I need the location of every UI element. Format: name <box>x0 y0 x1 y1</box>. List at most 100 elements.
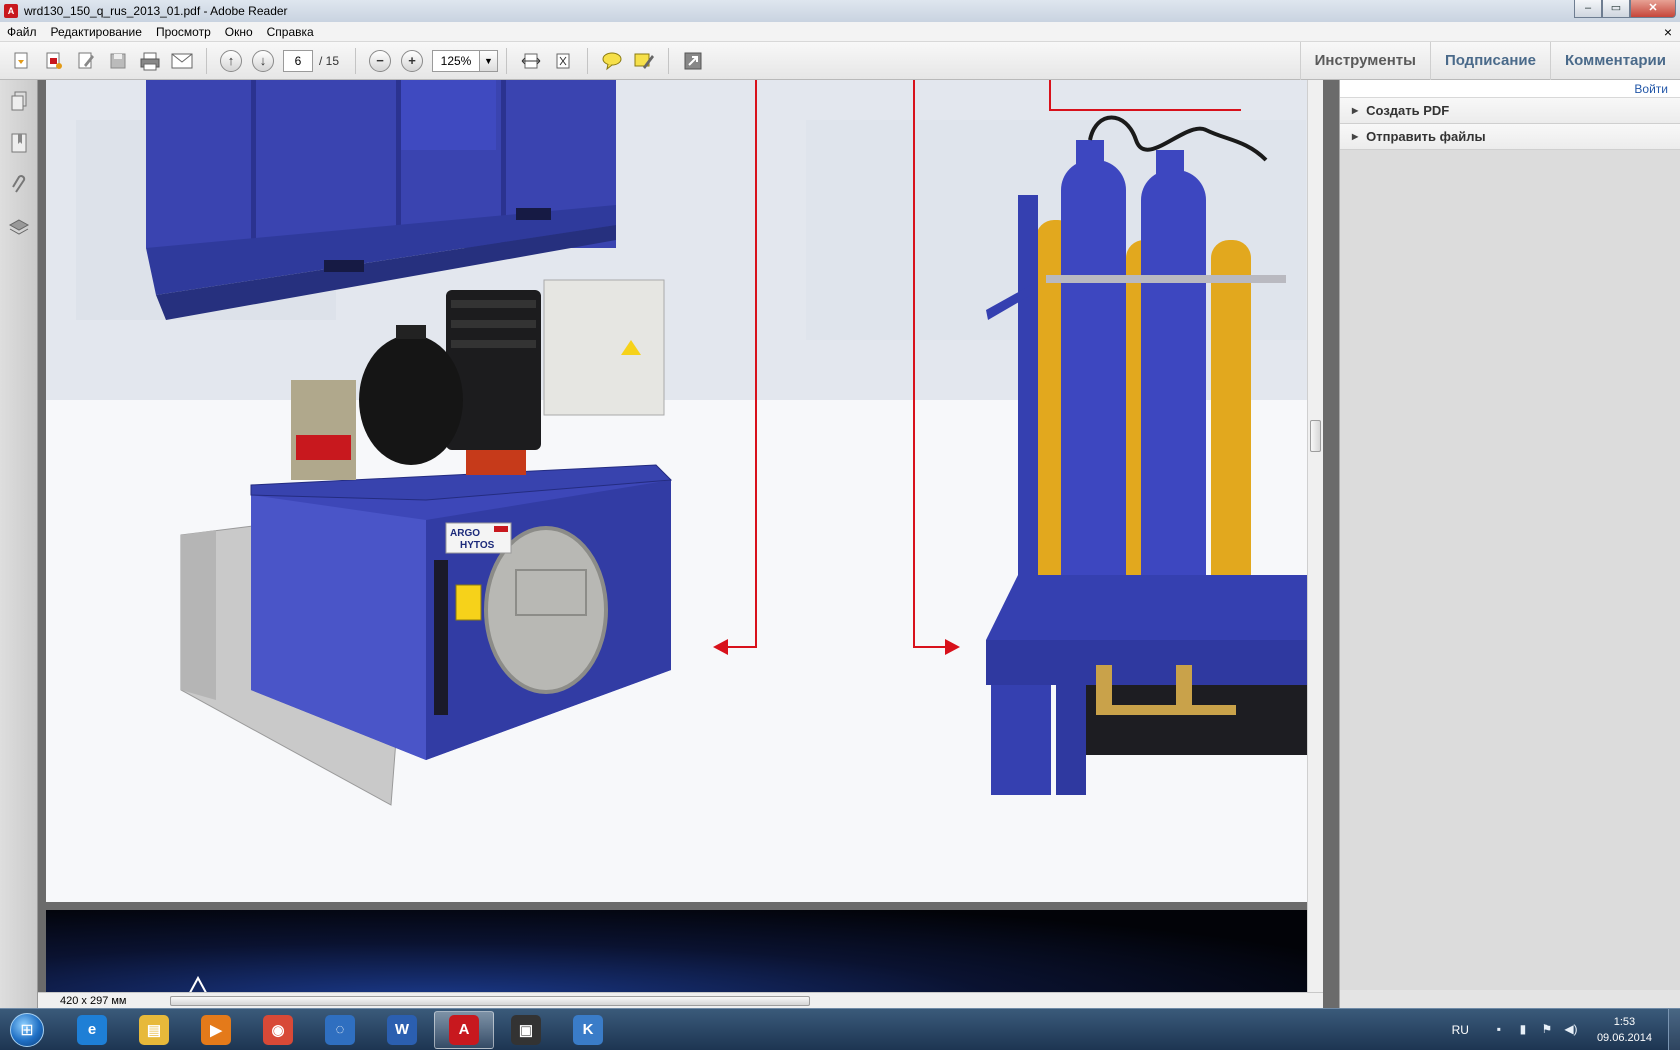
fit-width-icon[interactable] <box>517 47 545 75</box>
menu-edit[interactable]: Редактирование <box>44 25 149 39</box>
status-bar: 420 x 297 мм <box>38 992 1323 1008</box>
section-create-pdf[interactable]: ▶ Создать PDF <box>1340 98 1680 124</box>
language-indicator[interactable]: RU <box>1452 1023 1469 1037</box>
clock-time: 1:53 <box>1613 1016 1636 1028</box>
system-tray: RU ▪ ▮ ⚑ ◀) 1:53 09.06.2014 <box>1452 1009 1680 1050</box>
tab-sign[interactable]: Подписание <box>1429 42 1550 80</box>
windows-logo-icon: ⊞ <box>10 1012 44 1047</box>
section-send-files[interactable]: ▶ Отправить файлы <box>1340 124 1680 150</box>
volume-icon[interactable]: ◀) <box>1562 1022 1580 1038</box>
bookmarks-icon[interactable] <box>0 122 38 164</box>
nvidia-icon[interactable]: ▪ <box>1490 1022 1508 1038</box>
menu-help[interactable]: Справка <box>260 25 321 39</box>
start-button[interactable]: ⊞ <box>0 1009 54 1050</box>
panel-tabs: Инструменты Подписание Комментарии <box>1299 42 1680 80</box>
edit-document-icon[interactable] <box>72 47 100 75</box>
vertical-scrollbar[interactable] <box>1307 80 1323 992</box>
toolbar: ↑ ↓ 6 / 15 − + 125% ▼ Инструменты Подпис… <box>0 42 1680 80</box>
close-document-icon[interactable]: × <box>1664 24 1672 40</box>
arrow-down-icon: ↓ <box>252 49 274 72</box>
comment-icon[interactable] <box>598 47 626 75</box>
menu-window[interactable]: Окно <box>218 25 260 39</box>
adobe-reader-icon: A <box>449 1014 479 1045</box>
plus-icon: + <box>401 49 424 72</box>
fit-page-icon[interactable] <box>549 47 577 75</box>
panel-body <box>1340 150 1680 990</box>
browser-swirl-icon: ◌ <box>325 1014 355 1045</box>
page-number-input[interactable]: 6 <box>283 49 313 72</box>
taskbar-word[interactable]: W <box>372 1011 432 1049</box>
open-icon[interactable] <box>8 47 36 75</box>
menu-file[interactable]: Файл <box>0 25 44 39</box>
clock[interactable]: 1:53 09.06.2014 <box>1597 1014 1652 1046</box>
login-link[interactable]: Войти <box>1340 80 1680 98</box>
toolbar-separator <box>355 47 357 74</box>
network-icon[interactable]: ▮ <box>1514 1022 1532 1038</box>
taskbar-browser-swirl[interactable]: ◌ <box>310 1011 370 1049</box>
email-icon[interactable] <box>168 47 196 75</box>
print-icon[interactable] <box>136 47 164 75</box>
zoom-value[interactable]: 125% <box>432 49 481 72</box>
create-pdf-icon[interactable] <box>40 47 68 75</box>
menu-view[interactable]: Просмотр <box>149 25 218 39</box>
navigation-pane <box>0 80 38 1008</box>
vertical-scroll-thumb[interactable] <box>1310 420 1321 452</box>
media-player-icon: ▶ <box>201 1014 231 1045</box>
document-view[interactable]: ARGO HYTOS <box>38 80 1323 992</box>
tab-comments[interactable]: Комментарии <box>1549 42 1680 80</box>
show-desktop-button[interactable] <box>1668 1009 1680 1050</box>
title-bar: A wrd130_150_q_rus_2013_01.pdf - Adobe R… <box>0 0 1680 22</box>
tools-panel: Войти ▶ Создать PDF ▶ Отправить файлы <box>1339 80 1680 1008</box>
horizontal-scrollbar[interactable] <box>158 993 1323 1009</box>
highlight-text-icon[interactable] <box>630 47 658 75</box>
toolbar-separator <box>506 47 508 74</box>
word-icon: W <box>387 1014 417 1045</box>
window-controls: ‒ ▭ ✕ <box>1574 0 1676 18</box>
chrome-icon: ◉ <box>263 1014 293 1045</box>
taskbar-kompas[interactable]: K <box>558 1011 618 1049</box>
fullscreen-icon[interactable] <box>679 47 707 75</box>
triangle-right-icon: ▶ <box>1352 106 1359 115</box>
paperclip-icon[interactable] <box>0 164 38 206</box>
taskbar-apps: e ▤ ▶ ◉ ◌ W A ▣ K <box>60 1010 618 1049</box>
zoom-in-button[interactable]: + <box>398 47 426 75</box>
window-title: wrd130_150_q_rus_2013_01.pdf - Adobe Rea… <box>24 4 288 18</box>
chevron-down-icon[interactable]: ▼ <box>480 49 499 72</box>
taskbar-pro-app[interactable]: ▣ <box>496 1011 556 1049</box>
toolbar-separator <box>206 47 207 74</box>
toolbar-separator <box>587 47 589 74</box>
internet-explorer-icon: e <box>77 1014 107 1045</box>
file-explorer-icon: ▤ <box>139 1014 169 1045</box>
page-count: / 15 <box>319 53 340 68</box>
next-page-button[interactable]: ↓ <box>249 47 277 75</box>
pro-app-icon: ▣ <box>511 1014 541 1045</box>
taskbar-chrome[interactable]: ◉ <box>248 1011 308 1049</box>
logo-text-1: ARGO <box>450 528 480 539</box>
close-button[interactable]: ✕ <box>1630 0 1676 18</box>
pdf-icon: A <box>4 4 18 18</box>
minimize-button[interactable]: ‒ <box>1574 0 1602 18</box>
zoom-out-button[interactable]: − <box>366 47 394 75</box>
horizontal-scroll-thumb[interactable] <box>170 995 810 1006</box>
taskbar-internet-explorer[interactable]: e <box>62 1011 122 1049</box>
tab-tools[interactable]: Инструменты <box>1299 42 1430 80</box>
previous-page-button[interactable]: ↑ <box>217 47 245 75</box>
menu-bar: Файл Редактирование Просмотр Окно Справк… <box>0 22 1680 42</box>
zoom-select[interactable]: 125% ▼ <box>432 49 499 72</box>
page-thumbnails-icon[interactable] <box>0 80 38 122</box>
section-label: Создать PDF <box>1366 103 1450 118</box>
toolbar-separator <box>668 47 670 74</box>
page-illustration: ARGO HYTOS <box>46 80 1322 902</box>
section-label: Отправить файлы <box>1366 129 1486 144</box>
next-pdf-page <box>46 910 1322 992</box>
taskbar-media-player[interactable]: ▶ <box>186 1011 246 1049</box>
logo-text-2: HYTOS <box>460 540 495 551</box>
taskbar-file-explorer[interactable]: ▤ <box>124 1011 184 1049</box>
maximize-button[interactable]: ▭ <box>1602 0 1630 18</box>
arrow-up-icon: ↑ <box>220 49 242 72</box>
save-icon[interactable] <box>104 47 132 75</box>
taskbar-adobe-reader[interactable]: A <box>434 1010 494 1049</box>
action-center-icon[interactable]: ⚑ <box>1538 1022 1556 1038</box>
layers-icon[interactable] <box>0 206 38 248</box>
pdf-page: ARGO HYTOS <box>46 80 1322 902</box>
